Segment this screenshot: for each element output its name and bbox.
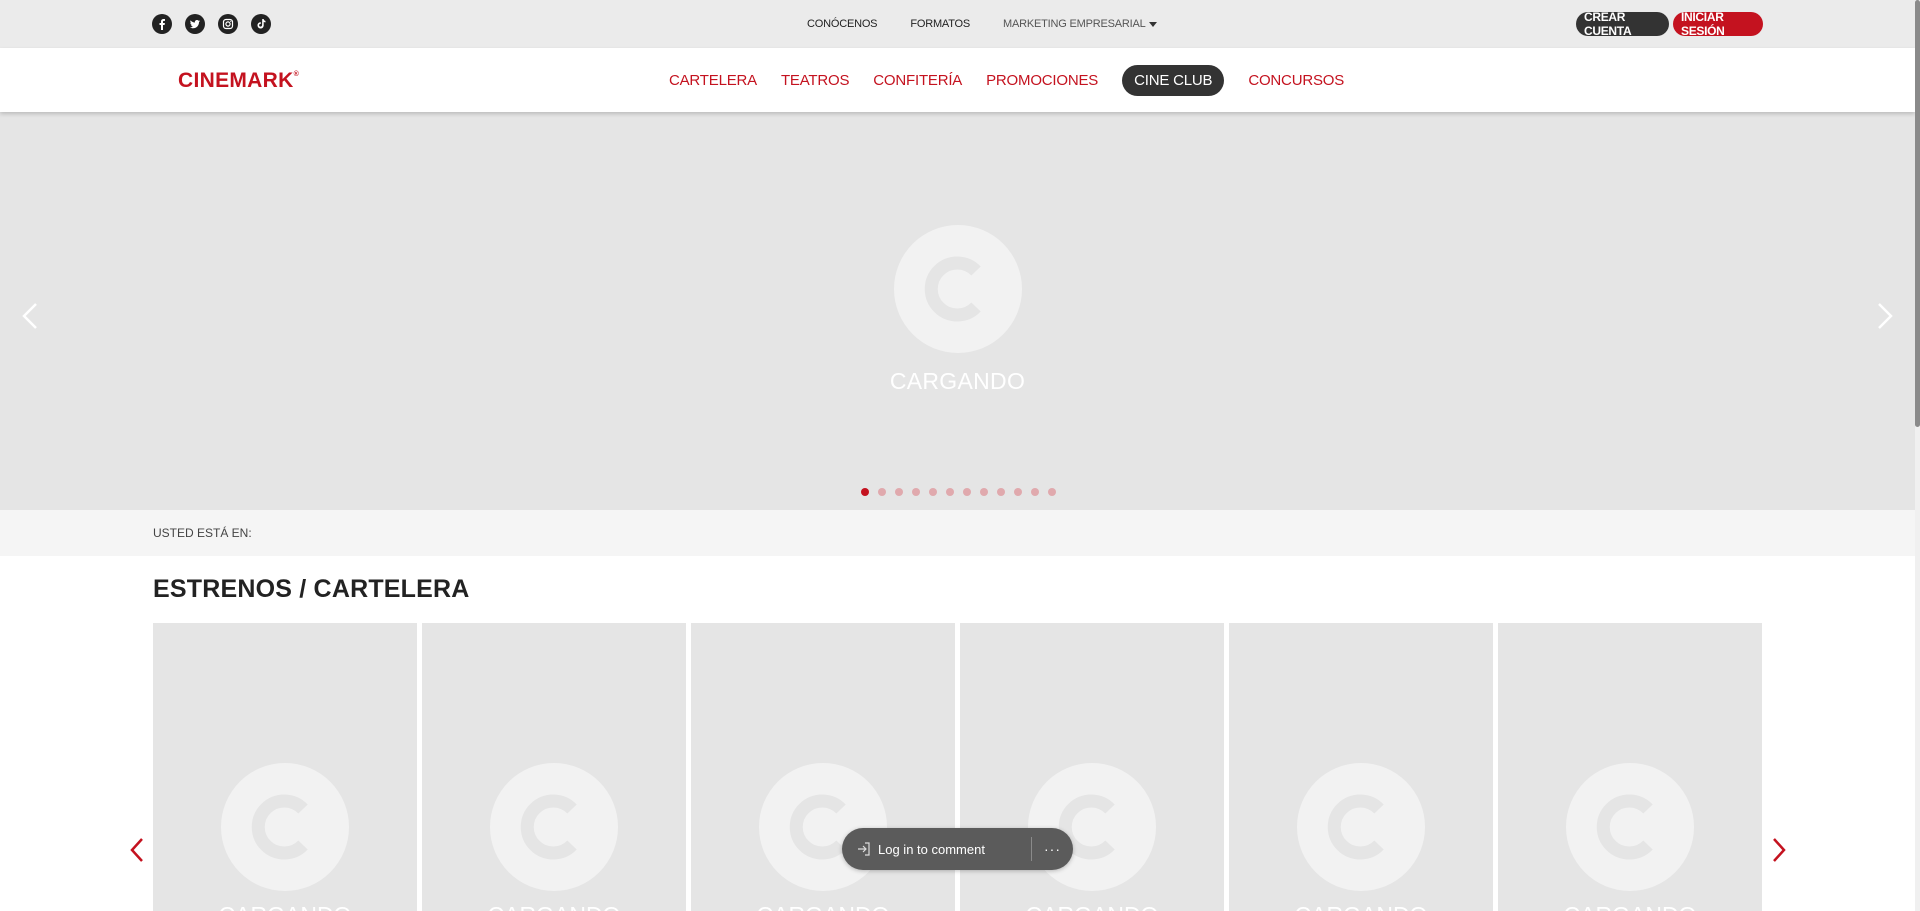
card-loading-text: CARGANDO xyxy=(1498,902,1762,911)
carousel-dot[interactable] xyxy=(1014,488,1022,496)
main-header: CINEMARK® CARTELERA TEATROS CONFITERÍA P… xyxy=(0,48,1915,112)
utility-bar: CONÓCENOS FORMATOS MARKETING EMPRESARIAL… xyxy=(0,0,1915,48)
cinemark-logo[interactable]: CINEMARK® xyxy=(178,69,299,93)
loading-text: CARGANDO xyxy=(889,368,1026,394)
instagram-icon[interactable] xyxy=(218,14,238,34)
auth-buttons: CREAR CUENTA INICIAR SESIÓN xyxy=(1576,10,1763,38)
carousel-dot[interactable] xyxy=(895,488,903,496)
marketing-dropdown[interactable]: MARKETING EMPRESARIAL xyxy=(1003,18,1190,30)
hero-carousel: CARGANDO xyxy=(0,112,1915,510)
login-to-comment-button[interactable]: Log in to comment xyxy=(842,837,1032,861)
carousel-next-icon[interactable] xyxy=(1869,296,1901,336)
login-button[interactable]: INICIAR SESIÓN xyxy=(1673,10,1763,38)
sign-in-icon xyxy=(858,842,870,856)
carousel-dot[interactable] xyxy=(946,488,954,496)
cinemark-c-logo-icon xyxy=(1297,763,1425,891)
nav-confiteria[interactable]: CONFITERÍA xyxy=(873,72,962,89)
carousel-dots xyxy=(861,488,1056,496)
section-prev-icon[interactable] xyxy=(126,833,148,867)
nav-teatros[interactable]: TEATROS xyxy=(781,72,850,89)
carousel-dot[interactable] xyxy=(929,488,937,496)
more-options-icon[interactable]: ··· xyxy=(1032,841,1073,857)
twitter-icon[interactable] xyxy=(185,14,205,34)
caret-down-icon xyxy=(1148,21,1157,27)
utility-links: CONÓCENOS FORMATOS MARKETING EMPRESARIAL xyxy=(807,0,1190,48)
section-title: ESTRENOS / CARTELERA xyxy=(153,575,470,603)
scrollbar-thumb[interactable] xyxy=(1915,0,1920,427)
cinemark-c-logo-icon xyxy=(894,225,1022,353)
create-account-button[interactable]: CREAR CUENTA xyxy=(1576,10,1669,38)
card-loading-text: CARGANDO xyxy=(422,902,686,911)
card-loading-text: CARGANDO xyxy=(960,902,1224,911)
movie-card[interactable]: CARGANDO xyxy=(1229,623,1493,911)
card-loading-text: CARGANDO xyxy=(1229,902,1493,911)
carousel-dot[interactable] xyxy=(1031,488,1039,496)
facebook-icon[interactable] xyxy=(152,14,172,34)
cinemark-c-logo-icon xyxy=(1028,763,1156,891)
carousel-dot[interactable] xyxy=(963,488,971,496)
carousel-dot[interactable] xyxy=(912,488,920,496)
tiktok-icon[interactable] xyxy=(251,14,271,34)
cinemark-c-logo-icon xyxy=(221,763,349,891)
logo-text: CINEMARK xyxy=(178,69,294,92)
carousel-dot[interactable] xyxy=(1048,488,1056,496)
card-loading-text: CARGANDO xyxy=(153,902,417,911)
marketing-label: MARKETING EMPRESARIAL xyxy=(1003,18,1146,30)
movie-card[interactable]: CARGANDO xyxy=(153,623,417,911)
nav-cartelera[interactable]: CARTELERA xyxy=(669,72,757,89)
carousel-dot[interactable] xyxy=(980,488,988,496)
breadcrumb-label: USTED ESTÁ EN: xyxy=(153,526,252,540)
social-links xyxy=(152,14,271,34)
login-to-comment-label: Log in to comment xyxy=(878,841,985,857)
cinemark-c-logo-icon xyxy=(490,763,618,891)
nav-cine-club[interactable]: CINE CLUB xyxy=(1122,64,1225,96)
browser-viewport: CONÓCENOS FORMATOS MARKETING EMPRESARIAL… xyxy=(0,0,1920,911)
movie-card[interactable]: CARGANDO xyxy=(1498,623,1762,911)
carousel-prev-icon[interactable] xyxy=(14,296,46,336)
section-next-icon[interactable] xyxy=(1768,833,1790,867)
card-loading-text: CARGANDO xyxy=(691,902,955,911)
conocenos-link[interactable]: CONÓCENOS xyxy=(807,18,878,30)
cinemark-c-logo-icon xyxy=(759,763,887,891)
carousel-dot[interactable] xyxy=(997,488,1005,496)
movie-card[interactable]: CARGANDO xyxy=(422,623,686,911)
nav-promociones[interactable]: PROMOCIONES xyxy=(986,72,1098,89)
registered-mark: ® xyxy=(293,71,300,78)
main-nav: CARTELERA TEATROS CONFITERÍA PROMOCIONES… xyxy=(669,48,1368,112)
comment-widget: Log in to comment ··· xyxy=(842,828,1073,870)
breadcrumb: USTED ESTÁ EN: xyxy=(0,510,1915,556)
page: CONÓCENOS FORMATOS MARKETING EMPRESARIAL… xyxy=(0,0,1915,911)
cinemark-c-logo-icon xyxy=(1566,763,1694,891)
nav-concursos[interactable]: CONCURSOS xyxy=(1248,72,1344,89)
carousel-dot[interactable] xyxy=(861,488,869,496)
carousel-dot[interactable] xyxy=(878,488,886,496)
formatos-link[interactable]: FORMATOS xyxy=(910,18,970,30)
